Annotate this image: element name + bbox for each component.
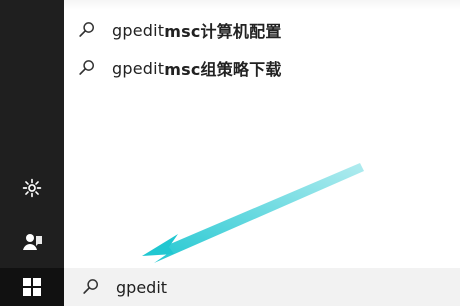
top-fade [64,0,460,10]
taskbar-search-box[interactable]: gpedit [64,268,460,306]
search-icon [80,276,102,298]
suggestion-prefix: gpedit [112,58,165,78]
left-rail [0,0,64,306]
start-button[interactable] [0,268,64,306]
gear-icon [22,178,42,198]
suggestion-prefix: gpedit [112,20,165,40]
search-suggestion-1[interactable]: gpedit msc计算机配置 [76,14,282,46]
suggestion-bold-text: msc计算机配置 [164,22,282,41]
windows-search-screen: gpedit msc计算机配置 gpedit msc组策略下载 gpedit [0,0,460,306]
search-icon [76,57,98,79]
user-account-button[interactable] [16,226,48,258]
settings-button[interactable] [16,172,48,204]
suggestion-bold-text: msc组策略下载 [164,60,282,79]
windows-icon [23,278,41,296]
search-query-text: gpedit [116,277,168,297]
search-icon [76,19,98,41]
person-icon [23,234,42,250]
search-suggestion-2[interactable]: gpedit msc组策略下载 [76,52,282,84]
